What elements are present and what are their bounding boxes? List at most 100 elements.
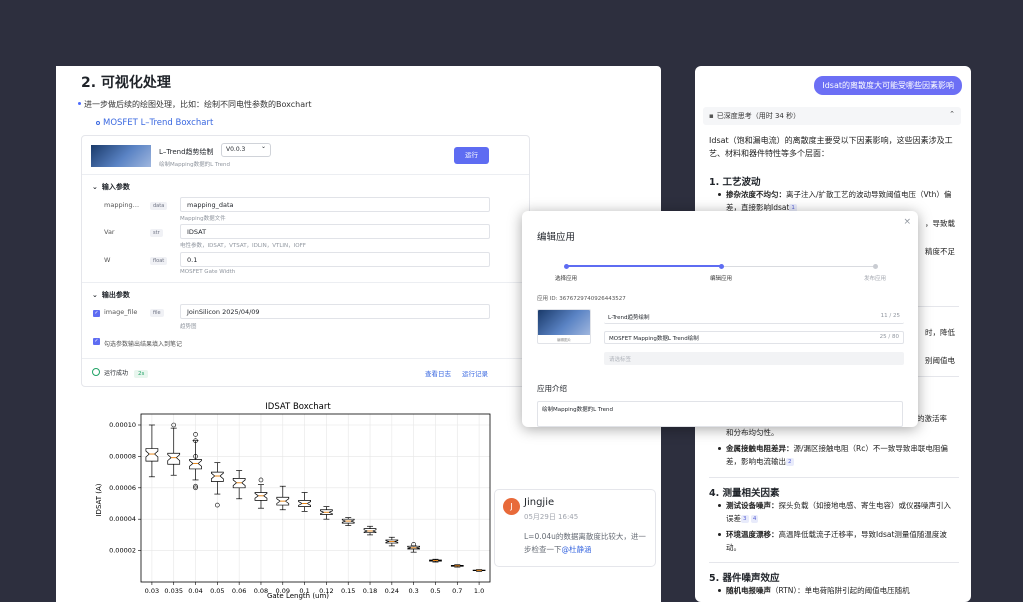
text-fragment: 的激活率 [917,414,947,423]
app-name-field[interactable]: L-Trend趋势绘制 11 / 25 [604,311,904,324]
app-image-editor[interactable]: 编辑图片 [537,309,591,344]
answer-intro: Idsat（饱和漏电流）的离散度主要受以下因素影响，这些因素涉及工艺、材料和器件… [709,136,953,158]
param-type: file [150,309,164,317]
char-counter: 11 / 25 [880,313,900,319]
duration-badge: 2s [134,370,149,378]
param-hint: 趋势图 [180,324,197,330]
step-select-app[interactable]: 选择应用 [536,274,596,282]
box [167,452,181,465]
x-tick-label: 0.1 [299,587,309,595]
citation-badge[interactable]: 4 [750,515,759,523]
app-name-value: L-Trend趋势绘制 [608,315,650,321]
param-type: str [150,229,163,237]
answer-heading-4: 4. 测量相关因素 [709,488,780,499]
w-input[interactable]: 0.1 [180,252,490,267]
text-fragment: 时，降低 [925,328,955,337]
x-tick-label: 0.08 [254,587,268,595]
x-tick-label: 0.04 [188,587,202,595]
boxchart-svg: IDSAT Boxchart Gate Length (um) IDSAT (A… [95,402,491,600]
bullet-title: 随机电报噪声 [726,586,771,595]
bullet-text: （RTN）：单电荷陷阱引起的阈值电压随机 [771,586,910,595]
answer-heading-5: 5. 器件噪声效应 [709,573,780,584]
x-tick-label: 0.15 [341,587,355,595]
app-id-label: 应用 ID: 3676729740926443527 [537,296,626,302]
run-button[interactable]: 运行 [454,147,489,164]
stepper-progress [566,265,721,267]
app-description-field[interactable]: MOSFET Mapping数据L Trend绘制 25 / 80 [604,331,904,344]
fill-note-checkbox[interactable]: ✓ [93,338,100,345]
boxchart-link[interactable]: MOSFET L–Trend Boxchart [95,118,213,128]
bullet-title: 金属接触电阻差异： [726,444,794,453]
param-hint: MOSFET Gate Width [180,269,236,275]
x-tick-label: 0.12 [319,587,333,595]
plot-frame [140,413,491,583]
comment-date: 05月29日 16:45 [524,513,579,521]
divider [709,477,959,478]
citation-badge[interactable]: 3 [741,515,749,523]
answer-bullet-contact: 金属接触电阻差异：源/漏区接触电阻（Rc）不一致导致串联电阻偏差，影响电流输出 2 [718,442,958,468]
param-name: W [104,256,111,264]
edit-image-caption: 编辑图片 [557,338,571,342]
mention-link[interactable]: @杜静涵 [562,545,592,554]
bullet-title: 环境温度漂移： [726,530,779,539]
close-icon[interactable]: × [903,217,911,227]
var-input[interactable]: IDSAT [180,224,490,239]
x-tick-label: 0.035 [164,587,183,595]
bullet-title: 掺杂浓度不均匀： [726,190,786,199]
comment-author: Jingjie [524,497,555,508]
image-file-input[interactable]: JoinSilicon 2025/04/09 [180,304,490,319]
citation-badge[interactable]: 2 [786,458,794,466]
param-type: float [150,257,168,265]
output-section-toggle[interactable]: 输出参数 [92,290,130,300]
comment-text: L=0.04u的数据离散度比较大，进一步检查一下@杜静涵 [524,530,649,556]
app-description: 绘制Mapping数据的L Trend [159,162,230,168]
view-log-link[interactable]: 查看日志 [425,368,451,378]
tags-field[interactable]: 请选标签 [604,352,904,365]
app-thumbnail [91,145,151,167]
app-card: L–Trend趋势绘制 V0.0.3 绘制Mapping数据的L Trend 运… [81,135,530,387]
box [145,448,159,462]
param-hint: 电性参数，IDSAT，VTSAT，IDLIN，VTLIN，IOFF [180,243,306,249]
text-fragment: ，导致载 [925,219,955,228]
x-tick-label: 0.5 [430,587,440,595]
app-description-value: MOSFET Mapping数据L Trend绘制 [609,336,699,342]
run-records-link[interactable]: 运行记录 [462,368,488,378]
avatar: J [503,498,520,515]
x-tick-label: 0.24 [385,587,399,595]
boxchart: IDSAT Boxchart Gate Length (um) IDSAT (A… [81,400,502,602]
y-tick-label: 0.00004 [109,515,136,523]
modal-title: 编辑应用 [537,232,576,243]
input-section [82,174,529,175]
y-tick-label: 0.00010 [109,421,136,429]
step-dot [563,264,569,269]
text-fragment: 精度不足 [925,247,955,256]
param-hint: Mapping数据文件 [180,216,226,222]
user-question-bubble: Idsat的离散度大可能受哪些因素影响 [814,76,962,95]
param-name: image_file [104,308,138,316]
param-type: data [150,202,168,210]
x-tick-label: 1.0 [474,587,484,595]
image-file-checkbox[interactable]: ✓ [93,310,100,317]
answer-heading-1: 1. 工艺波动 [709,177,761,188]
box [189,459,202,470]
step-publish-app[interactable]: 发布应用 [845,274,905,282]
intro-section-label: 应用介绍 [537,384,567,393]
version-select[interactable]: V0.0.3 [221,143,271,157]
x-tick-label: 0.7 [452,587,462,595]
text-fragment: 和分布均匀性。 [726,428,779,437]
run-status: 运行成功 2s [92,368,149,378]
y-tick-label: 0.00008 [109,452,136,460]
intro-textarea[interactable]: 绘制Mapping数据的L Trend [537,401,903,427]
edit-app-modal: 编辑应用 × 选择应用 编辑应用 发布应用 应用 ID: 36767297409… [522,211,918,427]
fill-note-label: 勾选参数输出结果填入到笔记 [104,341,183,348]
answer-bullet-rtn: 随机电报噪声（RTN）：单电荷陷阱引起的阈值电压随机 [718,584,958,597]
divider [709,562,959,563]
deep-thinking-toggle[interactable]: 已深度思考（用时 34 秒） [703,107,961,125]
comment-card: J Jingjie 05月29日 16:45 L=0.04u的数据离散度比较大，… [494,489,656,567]
input-section-toggle[interactable]: 输入参数 [92,182,130,192]
param-name: Var [104,228,115,236]
step-edit-app[interactable]: 编辑应用 [691,274,751,282]
y-axis-label: IDSAT (A) [95,483,103,516]
bullet-text: 进一步做后续的绘图处理，比如：绘制不同电性参数的Boxchart [78,100,312,109]
mapping-data-input[interactable]: mapping_data [180,197,490,212]
